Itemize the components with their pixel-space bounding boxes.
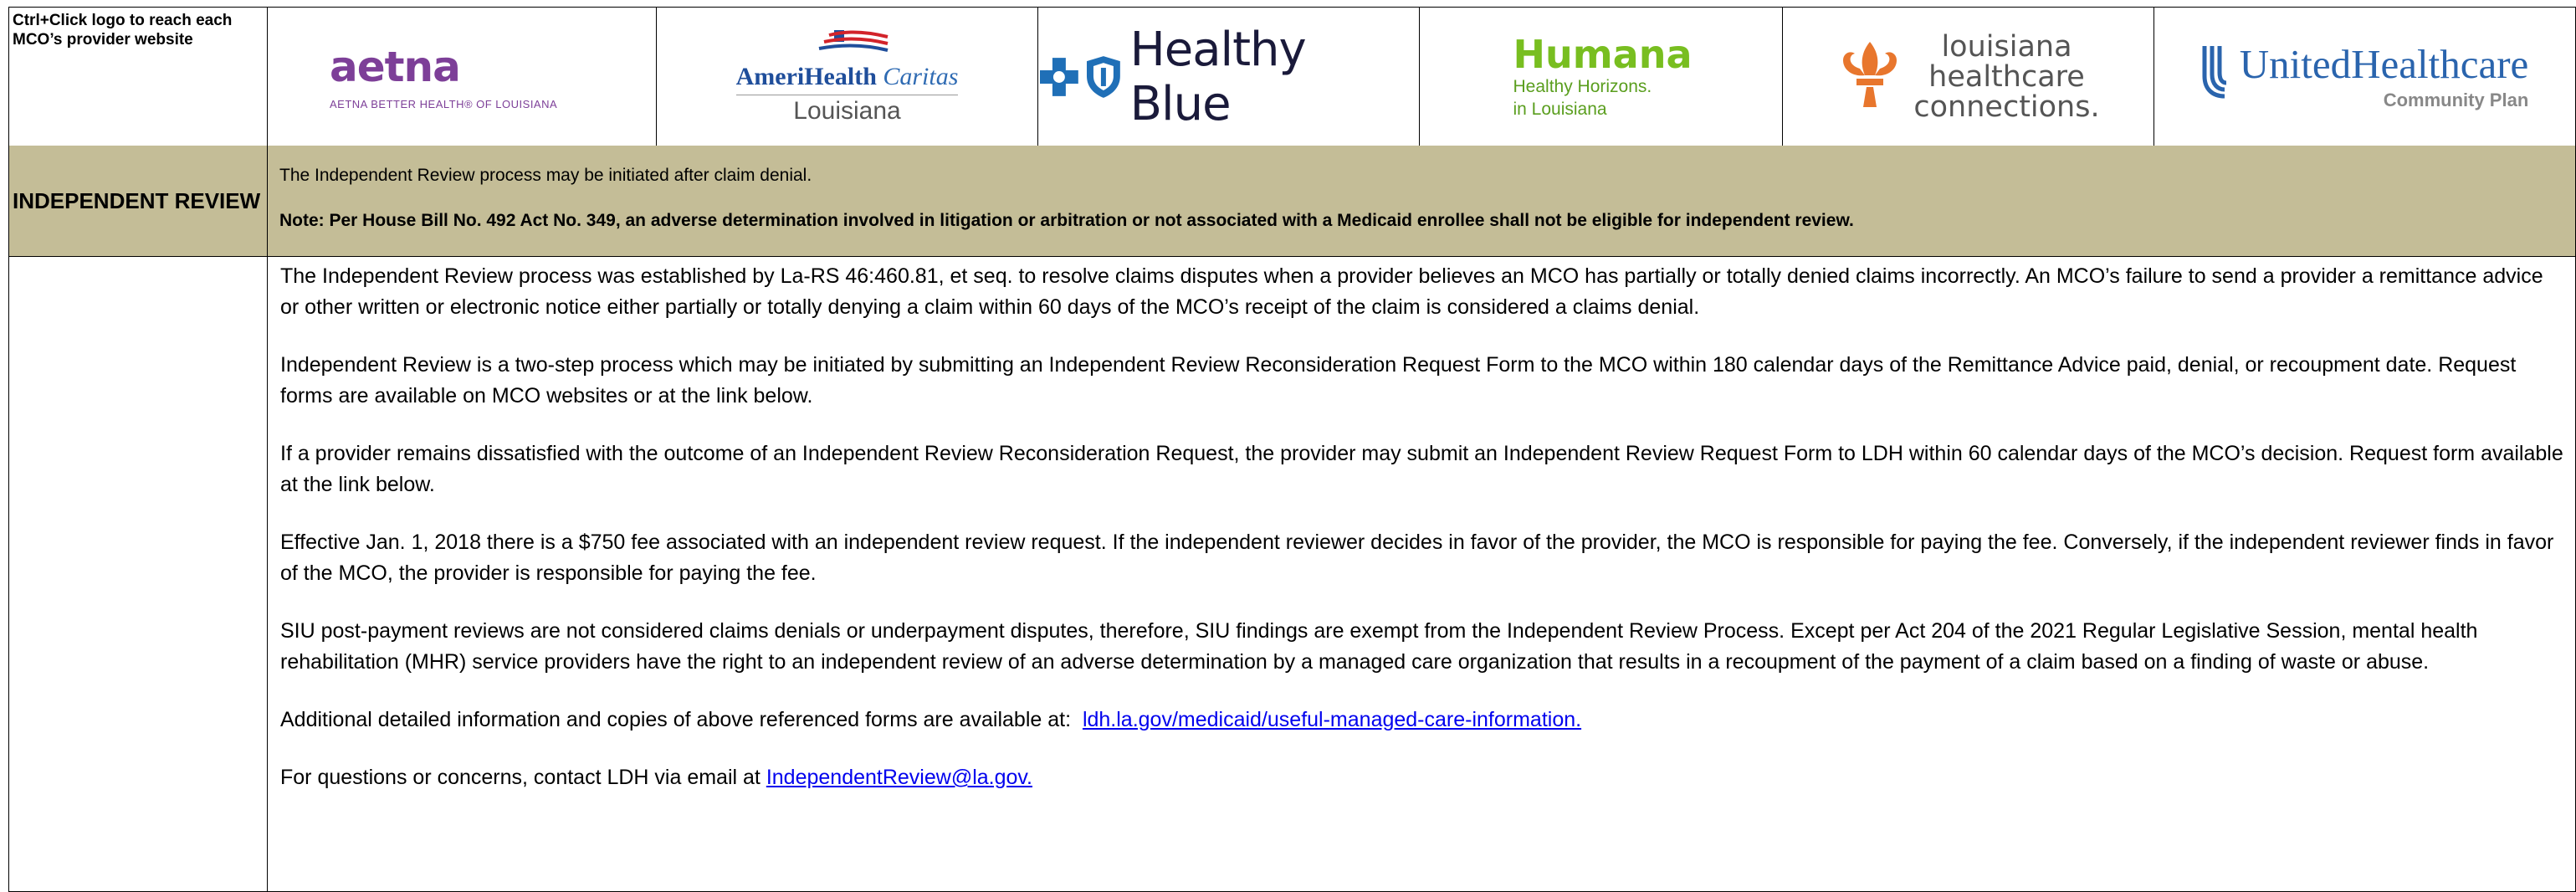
amerihealth-wordmark: AmeriHealth Caritas <box>735 62 959 90</box>
amerihealth-region: Louisiana <box>735 94 959 126</box>
aetna-logo: aetna AETNA BETTER HEALTH® OF LOUISIANA <box>330 43 606 110</box>
paragraph-contact: For questions or concerns, contact LDH v… <box>280 766 1033 789</box>
paragraph-forms: Additional detailed information and copi… <box>280 708 1582 731</box>
healthy-blue-logo-link[interactable]: Healthy Blue <box>1038 7 1420 146</box>
flag-icon <box>818 29 888 52</box>
logo-header-row: Ctrl+Click logo to reach each MCO’s prov… <box>8 7 2576 146</box>
humana-tagline-2: in Louisiana <box>1513 99 1607 119</box>
humana-wordmark: Humana <box>1513 31 1693 77</box>
independent-review-details-row: The Independent Review process was estab… <box>8 256 2576 892</box>
blue-cross-icon <box>1039 57 1078 96</box>
humana-logo-link[interactable]: Humana Healthy Horizons. in Louisiana <box>1420 7 1783 146</box>
uhc-subtitle: Community Plan <box>2383 89 2529 110</box>
paragraph-dissatisfied: If a provider remains dissatisfied with … <box>280 442 2563 496</box>
lhc-wordmark: louisiana healthcare connections. <box>1913 29 2100 124</box>
aetna-tagline: AETNA BETTER HEALTH® OF LOUISIANA <box>330 98 558 110</box>
paragraph-siu: SIU post-payment reviews are not conside… <box>280 619 2478 674</box>
humana-tagline-1: Healthy Horizons. <box>1513 76 1652 96</box>
uhc-logo-link[interactable]: UnitedHealthcare Community Plan <box>2154 7 2576 146</box>
lhc-logo: louisiana healthcare connections. <box>1836 29 2100 124</box>
aetna-logo-link[interactable]: aetna AETNA BETTER HEALTH® OF LOUISIANA <box>268 7 657 146</box>
section-title: INDEPENDENT REVIEW <box>8 146 268 257</box>
aetna-wordmark: aetna <box>330 43 461 91</box>
uhc-logo: UnitedHealthcare Community Plan <box>2201 40 2529 111</box>
empty-label-cell <box>8 256 268 892</box>
amerihealth-logo: AmeriHealth Caritas Louisiana <box>735 28 959 126</box>
blue-shield-icon <box>1086 55 1120 98</box>
uhc-wordmark: UnitedHealthcare <box>2239 40 2529 87</box>
banner-intro: The Independent Review process may be in… <box>279 166 812 185</box>
healthy-blue-wordmark: Healthy Blue <box>1129 22 1307 131</box>
contact-email-link[interactable]: IndependentReview@la.gov. <box>766 766 1032 789</box>
details-cell: The Independent Review process was estab… <box>268 256 2576 892</box>
paragraph-two-step: Independent Review is a two-step process… <box>280 353 2517 408</box>
independent-review-sheet: Ctrl+Click logo to reach each MCO’s prov… <box>8 7 2576 892</box>
lhc-logo-link[interactable]: louisiana healthcare connections. <box>1783 7 2154 146</box>
independent-review-banner: INDEPENDENT REVIEW The Independent Revie… <box>8 146 2576 257</box>
humana-logo: Humana Healthy Horizons. in Louisiana <box>1513 31 1693 120</box>
paragraph-fee: Effective Jan. 1, 2018 there is a $750 f… <box>280 531 2554 585</box>
logo-instruction: Ctrl+Click logo to reach each MCO’s prov… <box>8 7 268 146</box>
paragraph-established: The Independent Review process was estab… <box>280 264 2543 319</box>
ldh-forms-link[interactable]: ldh.la.gov/medicaid/useful-managed-care-… <box>1083 708 1581 731</box>
uhc-u-icon <box>2202 45 2226 98</box>
banner-note: Note: Per House Bill No. 492 Act No. 349… <box>279 211 1854 230</box>
healthy-blue-logo: Healthy Blue <box>1038 23 1419 131</box>
fleur-de-lis-icon <box>1843 41 1897 107</box>
amerihealth-logo-link[interactable]: AmeriHealth Caritas Louisiana <box>657 7 1038 146</box>
